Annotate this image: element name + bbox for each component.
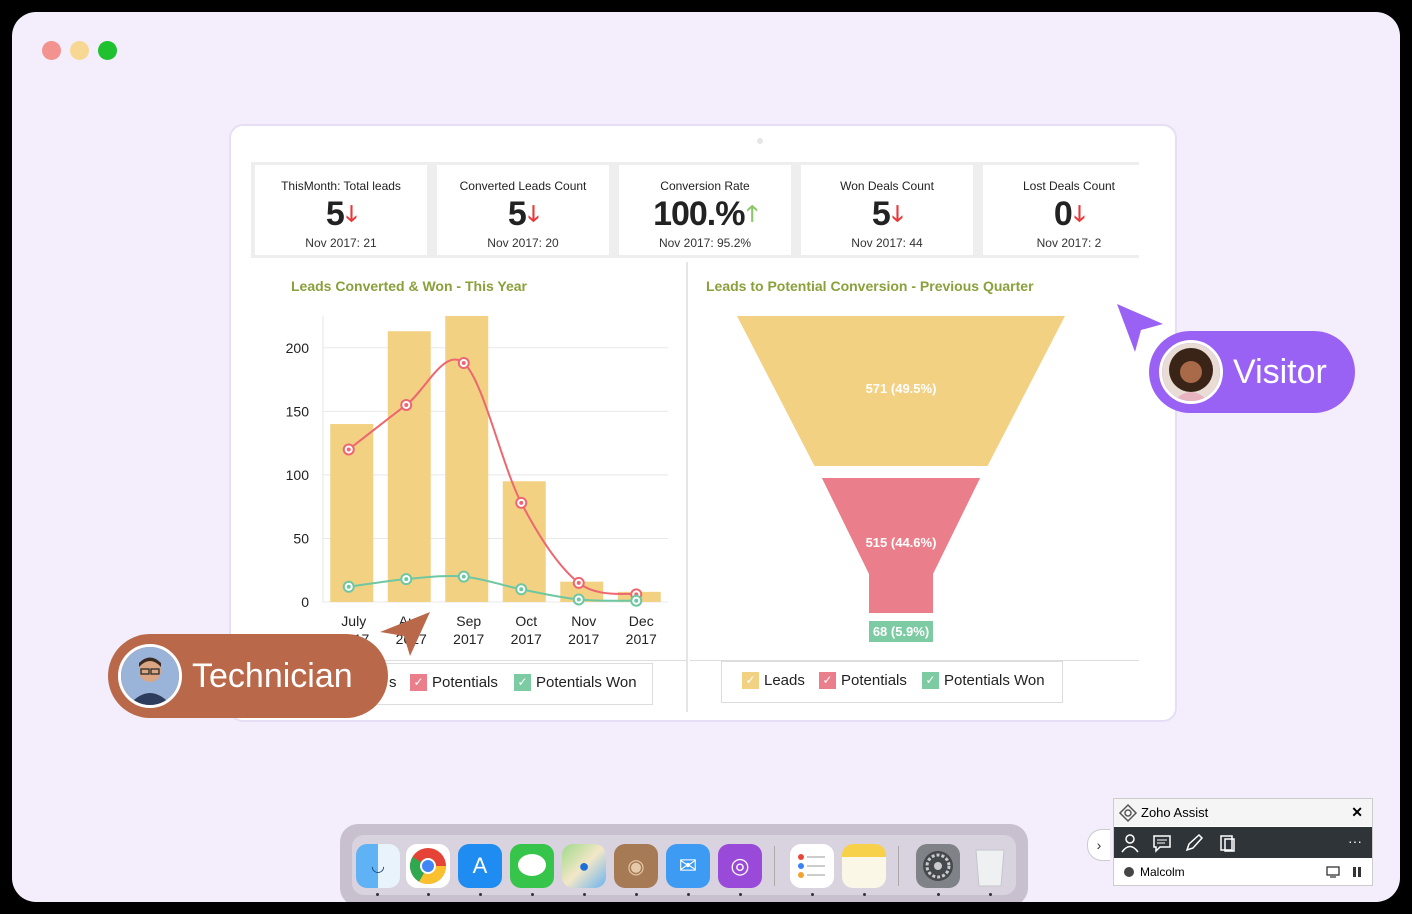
podcasts-icon[interactable]: ◎ bbox=[718, 844, 762, 888]
running-indicator bbox=[479, 893, 482, 896]
legend-label: s bbox=[389, 674, 397, 691]
zoho-title: Zoho Assist bbox=[1141, 805, 1209, 820]
technician-cursor-icon bbox=[380, 612, 430, 656]
zoho-footer: Malcolm bbox=[1114, 859, 1372, 885]
maximize-window-button[interactable] bbox=[98, 41, 117, 60]
user-status-icon bbox=[1124, 867, 1134, 877]
running-indicator bbox=[635, 893, 638, 896]
legend-item-potentials-won[interactable]: ✓ Potentials Won bbox=[514, 674, 637, 691]
zoho-user-name: Malcolm bbox=[1140, 865, 1185, 879]
zoho-logo-icon bbox=[1118, 803, 1138, 822]
funnel-chart: 571 (49.5%) 515 (44.6%) 68 (5.9%) bbox=[737, 316, 1065, 642]
funnel-chart-legend: ✓ Leads ✓ Potentials ✓ Potentials Won bbox=[721, 661, 1063, 703]
check-icon: ✓ bbox=[922, 672, 939, 689]
check-icon: ✓ bbox=[742, 672, 759, 689]
close-window-button[interactable] bbox=[42, 41, 61, 60]
check-icon: ✓ bbox=[514, 674, 531, 691]
legend-item-leads[interactable]: s bbox=[389, 674, 397, 691]
pause-icon[interactable] bbox=[1352, 866, 1362, 878]
zoho-toolbar: ··· bbox=[1114, 827, 1372, 858]
technician-avatar bbox=[118, 644, 182, 708]
legend-label: Potentials Won bbox=[944, 672, 1045, 689]
running-indicator bbox=[863, 893, 866, 896]
trash-icon[interactable] bbox=[968, 844, 1012, 888]
reminders-icon[interactable] bbox=[790, 844, 834, 888]
desktop-screen: ThisMonth: Total leads 5🡓 Nov 2017: 21 Conv… bbox=[12, 12, 1400, 902]
technician-label: Technician bbox=[192, 656, 353, 695]
mail-icon[interactable]: ✉ bbox=[666, 844, 710, 888]
legend-item-potentials[interactable]: ✓ Potentials bbox=[819, 672, 907, 689]
running-indicator bbox=[937, 893, 940, 896]
running-indicator bbox=[687, 893, 690, 896]
running-indicator bbox=[989, 893, 992, 896]
chat-icon[interactable] bbox=[1152, 833, 1172, 853]
funnel-stage-label: 68 (5.9%) bbox=[873, 624, 929, 639]
finder-icon[interactable]: ◡ bbox=[356, 844, 400, 888]
running-indicator bbox=[739, 893, 742, 896]
zoho-assist-widget: Zoho Assist ✕ ··· Malcolm bbox=[1113, 798, 1373, 886]
dock-separator bbox=[898, 846, 899, 886]
monitor-icon[interactable] bbox=[1326, 866, 1340, 878]
more-options-button[interactable]: ··· bbox=[1348, 833, 1362, 849]
zoho-close-button[interactable]: ✕ bbox=[1351, 804, 1363, 821]
check-icon: ✓ bbox=[410, 674, 427, 691]
legend-label: Leads bbox=[764, 672, 805, 689]
messages-icon[interactable] bbox=[510, 844, 554, 888]
visitor-avatar bbox=[1159, 340, 1223, 404]
system-settings-icon[interactable] bbox=[916, 844, 960, 888]
legend-label: Potentials bbox=[432, 674, 498, 691]
legend-item-potentials[interactable]: ✓ Potentials bbox=[410, 674, 498, 691]
legend-item-potentials-won[interactable]: ✓ Potentials Won bbox=[922, 672, 1045, 689]
zoho-header: Zoho Assist ✕ bbox=[1114, 799, 1372, 826]
maps-icon[interactable]: ● bbox=[562, 844, 606, 888]
visitor-badge: Visitor bbox=[1149, 331, 1355, 413]
dock-separator bbox=[774, 846, 775, 886]
funnel-stage-label: 515 (44.6%) bbox=[866, 535, 937, 550]
running-indicator bbox=[427, 893, 430, 896]
contacts-icon[interactable]: ◉ bbox=[614, 844, 658, 888]
technician-badge: Technician bbox=[108, 634, 388, 718]
visitor-label: Visitor bbox=[1233, 352, 1327, 391]
dock: ◡ A ● ◉ ✉ ◎ bbox=[340, 824, 1028, 902]
notes-icon[interactable] bbox=[842, 844, 886, 888]
running-indicator bbox=[583, 893, 586, 896]
legend-label: Potentials bbox=[841, 672, 907, 689]
user-icon[interactable] bbox=[1120, 833, 1140, 853]
legend-label: Potentials Won bbox=[536, 674, 637, 691]
funnel-stage-label: 571 (49.5%) bbox=[866, 381, 937, 396]
zoho-expand-button[interactable]: › bbox=[1087, 829, 1110, 861]
minimize-window-button[interactable] bbox=[70, 41, 89, 60]
dashboard-window: ThisMonth: Total leads 5🡓 Nov 2017: 21 Conv… bbox=[229, 124, 1177, 722]
running-indicator bbox=[376, 893, 379, 896]
running-indicator bbox=[811, 893, 814, 896]
check-icon: ✓ bbox=[819, 672, 836, 689]
annotate-icon[interactable] bbox=[1184, 833, 1204, 853]
app-store-icon[interactable]: A bbox=[458, 844, 502, 888]
legend-item-leads[interactable]: ✓ Leads bbox=[742, 672, 805, 689]
chrome-icon[interactable] bbox=[406, 844, 450, 888]
running-indicator bbox=[531, 893, 534, 896]
clipboard-icon[interactable] bbox=[1218, 833, 1238, 853]
